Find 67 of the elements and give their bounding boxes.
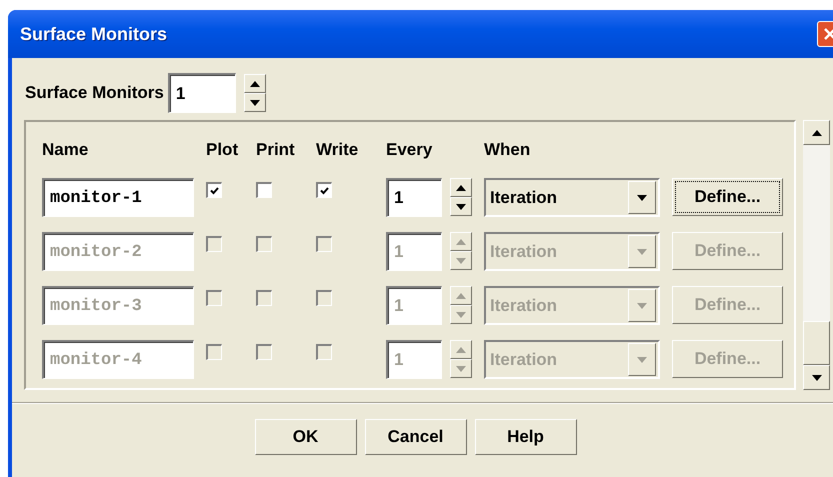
spin-down-button[interactable] (450, 197, 472, 216)
down-arrow-icon (456, 366, 466, 372)
check-icon (210, 186, 219, 194)
checkbox[interactable] (316, 236, 332, 252)
window-title: Surface Monitors (20, 24, 168, 44)
define-button[interactable]: Define... (672, 178, 783, 216)
name-field[interactable]: monitor-2 (42, 232, 194, 271)
dropdown-arrow-icon (637, 302, 647, 308)
down-arrow-icon (456, 312, 466, 318)
name-field[interactable]: monitor-3 (42, 286, 194, 325)
column-header: When (484, 140, 532, 160)
checkbox[interactable] (206, 236, 222, 252)
dropdown-arrow-icon (637, 356, 647, 362)
check-icon (320, 186, 329, 194)
surface-monitors-label: Surface Monitors (25, 83, 164, 103)
down-arrow-icon (250, 100, 260, 106)
count-field[interactable]: 1 (168, 73, 236, 113)
every-field[interactable]: 1 (386, 178, 442, 217)
up-arrow-icon (456, 238, 466, 244)
checkbox[interactable] (256, 182, 272, 198)
checkbox[interactable] (316, 344, 332, 360)
scroll-down-button[interactable] (803, 365, 830, 390)
when-dropdown[interactable]: Iteration (484, 232, 660, 271)
checkbox[interactable] (256, 236, 272, 252)
column-header: Every (386, 140, 434, 160)
spin-up-button[interactable] (450, 178, 472, 197)
every-field[interactable]: 1 (386, 232, 442, 271)
when-dropdown[interactable]: Iteration (484, 340, 660, 379)
down-arrow-icon (812, 374, 822, 380)
checkbox[interactable] (256, 344, 272, 360)
checkbox[interactable] (206, 182, 222, 198)
name-field[interactable]: monitor-4 (42, 340, 194, 379)
checkbox[interactable] (316, 290, 332, 306)
when-dropdown[interactable]: Iteration (484, 286, 660, 325)
dropdown-arrow-icon (637, 194, 647, 200)
spin-up-button[interactable] (244, 74, 266, 93)
every-field[interactable]: 1 (386, 340, 442, 379)
scroll-up-button[interactable] (803, 120, 830, 145)
dialog-button[interactable]: Cancel (364, 419, 466, 455)
up-arrow-icon (812, 130, 822, 136)
down-arrow-icon (456, 258, 466, 264)
dialog-button[interactable]: Help (474, 419, 576, 455)
column-header: Name (42, 140, 90, 160)
up-arrow-icon (456, 184, 466, 190)
column-header: Print (256, 140, 296, 160)
column-header: Plot (206, 140, 240, 160)
up-arrow-icon (250, 80, 260, 86)
up-arrow-icon (456, 292, 466, 298)
column-header: Write (316, 140, 360, 160)
dropdown-arrow-icon (637, 248, 647, 254)
close-icon (823, 27, 833, 41)
define-button[interactable]: Define... (672, 340, 783, 378)
define-button[interactable]: Define... (672, 286, 783, 324)
up-arrow-icon (456, 346, 466, 352)
dialog-button[interactable]: OK (254, 419, 356, 455)
down-arrow-icon (456, 204, 466, 210)
checkbox[interactable] (206, 344, 222, 360)
scrollbar[interactable] (803, 120, 830, 390)
when-dropdown[interactable]: Iteration (484, 178, 660, 217)
checkbox[interactable] (206, 290, 222, 306)
checkbox[interactable] (256, 290, 272, 306)
scroll-thumb[interactable] (803, 321, 830, 365)
spin-down-button[interactable] (244, 93, 266, 112)
every-field[interactable]: 1 (386, 286, 442, 325)
define-button[interactable]: Define... (672, 232, 783, 270)
checkbox[interactable] (316, 182, 332, 198)
name-field[interactable]: monitor-1 (42, 178, 194, 217)
